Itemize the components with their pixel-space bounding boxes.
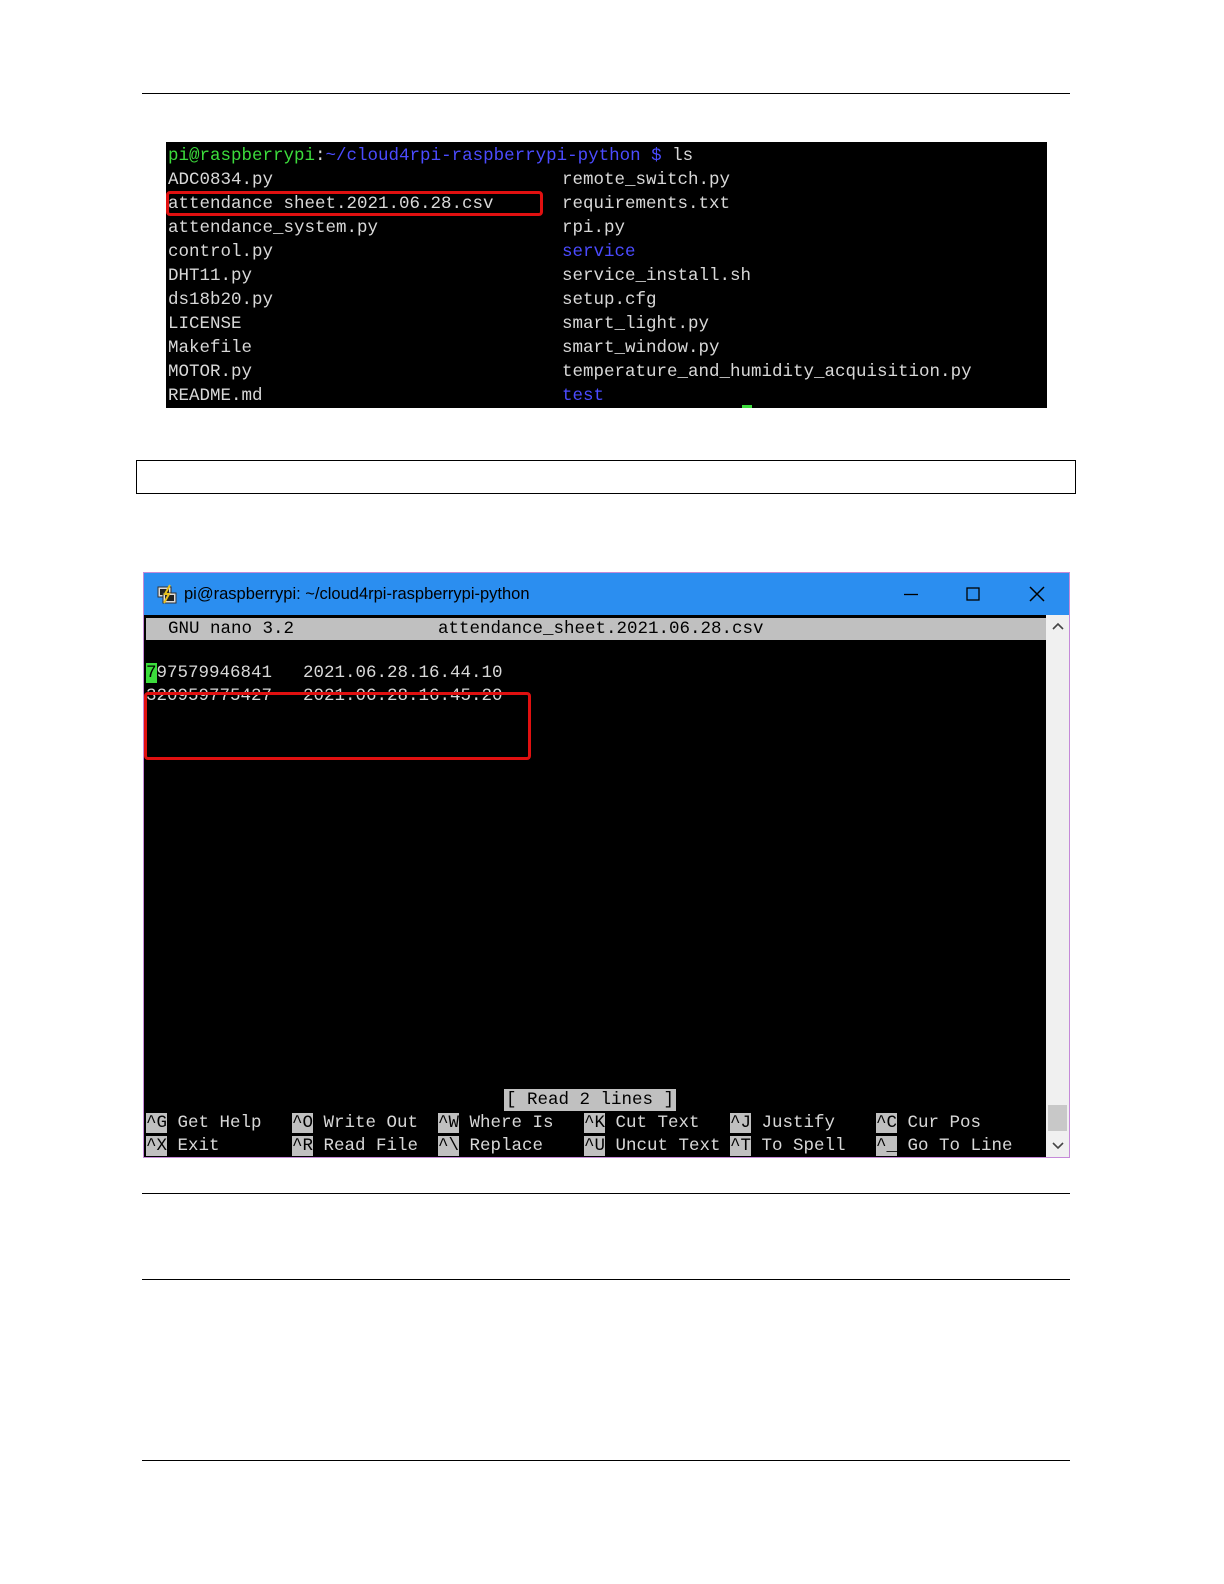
maximize-button[interactable] <box>942 573 1004 615</box>
scroll-down-button[interactable] <box>1046 1135 1069 1157</box>
shortcut-key: ^W <box>438 1113 460 1133</box>
close-icon <box>1029 586 1045 602</box>
nano-header-bar: GNU nano 3.2 attendance_sheet.2021.06.28.… <box>146 618 1046 640</box>
prompt-user: pi@raspberrypi <box>168 146 316 166</box>
file-entry: DHT11.py <box>168 266 253 286</box>
nano-status: [ Read 2 lines ] <box>504 1089 677 1111</box>
shortcut-key: ^\ <box>438 1136 460 1156</box>
shortcut-key: ^K <box>584 1113 606 1133</box>
vertical-scrollbar[interactable] <box>1046 615 1069 1157</box>
file-entry: ds18b20.py <box>168 290 274 310</box>
chevron-down-icon <box>1051 1142 1064 1150</box>
shortcut-write-out: ^O Write Out <box>292 1112 418 1134</box>
maximize-icon <box>966 587 980 601</box>
shortcut-key: ^J <box>730 1113 752 1133</box>
file-entry: smart_light.py <box>562 314 710 334</box>
prompt-separator: : <box>315 146 326 166</box>
window-titlebar[interactable]: pi@raspberrypi: ~/cloud4rpi-raspberrypi-… <box>144 573 1069 615</box>
shortcut-label: Where Is <box>469 1113 554 1133</box>
shortcut-where-is: ^W Where Is <box>438 1112 554 1134</box>
file-entry: attendance_system.py <box>168 218 379 238</box>
shortcut-uncut-text: ^U Uncut Text <box>584 1135 721 1157</box>
minimize-icon <box>904 593 918 596</box>
terminal-cursor <box>742 405 752 408</box>
csv-row: 797579946841 2021.06.28.16.44.10 <box>146 662 503 684</box>
file-entry: README.md <box>168 386 263 406</box>
shortcut-key: ^T <box>730 1136 752 1156</box>
shortcut-label: Write Out <box>323 1113 419 1133</box>
file-entry: ADC0834.py <box>168 170 274 190</box>
directory-entry: service <box>562 242 636 262</box>
file-entry: remote_switch.py <box>562 170 731 190</box>
file-entry: smart_window.py <box>562 338 720 358</box>
csv-timestamp: 2021.06.28.16.44.10 <box>303 663 503 683</box>
file-entry: LICENSE <box>168 314 242 334</box>
shortcut-exit: ^X Exit <box>146 1135 220 1157</box>
shortcut-key: ^G <box>146 1113 168 1133</box>
file-entry: Makefile <box>168 338 253 358</box>
shortcut-label: Go To Line <box>907 1136 1013 1156</box>
window-title: pi@raspberrypi: ~/cloud4rpi-raspberrypi-… <box>184 585 530 603</box>
minimize-button[interactable] <box>880 573 942 615</box>
shortcut-label: Exit <box>177 1136 220 1156</box>
scroll-up-button[interactable] <box>1046 615 1069 637</box>
putty-icon <box>157 584 177 604</box>
shortcut-label: Cut Text <box>615 1113 700 1133</box>
nano-editor[interactable]: GNU nano 3.2 attendance_sheet.2021.06.28.… <box>144 615 1046 1157</box>
terminal-ls-screenshot: pi@raspberrypi:~/cloud4rpi-raspberrypi-p… <box>166 142 1047 408</box>
shortcut-justify: ^J Justify <box>730 1112 835 1134</box>
page-rule-bottom <box>142 1460 1070 1461</box>
file-entry: MOTOR.py <box>168 362 253 382</box>
shortcut-label: Read File <box>323 1136 419 1156</box>
shortcut-go-to-line: ^_ Go To Line <box>876 1135 1013 1157</box>
shortcut-label: Uncut Text <box>615 1136 721 1156</box>
shortcut-label: Replace <box>469 1136 544 1156</box>
prompt-command: ls <box>661 146 694 166</box>
file-entry: rpi.py <box>562 218 626 238</box>
putty-window: pi@raspberrypi: ~/cloud4rpi-raspberrypi-… <box>143 572 1070 1158</box>
file-entry: requirements.txt <box>562 194 731 214</box>
file-entry: setup.cfg <box>562 290 657 310</box>
csv-id: 97579946841 <box>156 663 273 683</box>
scrollbar-thumb[interactable] <box>1048 1105 1067 1131</box>
page-rule-top <box>142 93 1070 94</box>
empty-caption-box <box>136 460 1076 494</box>
nano-filename: attendance_sheet.2021.06.28.csv <box>438 619 764 639</box>
csv-rows-highlight <box>144 692 531 760</box>
shortcut-replace: ^\ Replace <box>438 1135 543 1157</box>
prompt-path: ~/cloud4rpi-raspberrypi-python $ <box>325 146 662 166</box>
shortcut-to-spell: ^T To Spell <box>730 1135 846 1157</box>
file-entry: service_install.sh <box>562 266 752 286</box>
shortcut-label: Justify <box>761 1113 836 1133</box>
shortcut-label: Get Help <box>177 1113 262 1133</box>
csv-file-highlight <box>166 191 543 216</box>
close-button[interactable] <box>1006 573 1068 615</box>
shortcut-key: ^U <box>584 1136 606 1156</box>
prompt-line: pi@raspberrypi:~/cloud4rpi-raspberrypi-p… <box>168 144 693 168</box>
shortcut-label: Cur Pos <box>907 1113 982 1133</box>
file-entry: temperature_and_humidity_acquisition.py <box>562 362 972 382</box>
shortcut-key: ^O <box>292 1113 314 1133</box>
shortcut-get-help: ^G Get Help <box>146 1112 262 1134</box>
shortcut-key: ^C <box>876 1113 898 1133</box>
shortcut-key: ^_ <box>876 1136 898 1156</box>
shortcut-key: ^X <box>146 1136 168 1156</box>
text-cursor: 7 <box>146 663 157 683</box>
shortcut-label: To Spell <box>761 1136 846 1156</box>
nano-version: GNU nano 3.2 <box>168 619 295 639</box>
page-rule <box>142 1193 1070 1194</box>
file-entry: control.py <box>168 242 274 262</box>
page-rule <box>142 1279 1070 1280</box>
shortcut-cur-pos: ^C Cur Pos <box>876 1112 981 1134</box>
shortcut-cut-text: ^K Cut Text <box>584 1112 700 1134</box>
shortcut-key: ^R <box>292 1136 314 1156</box>
directory-entry: test <box>562 386 605 406</box>
chevron-up-icon <box>1051 622 1064 630</box>
shortcut-read-file: ^R Read File <box>292 1135 418 1157</box>
